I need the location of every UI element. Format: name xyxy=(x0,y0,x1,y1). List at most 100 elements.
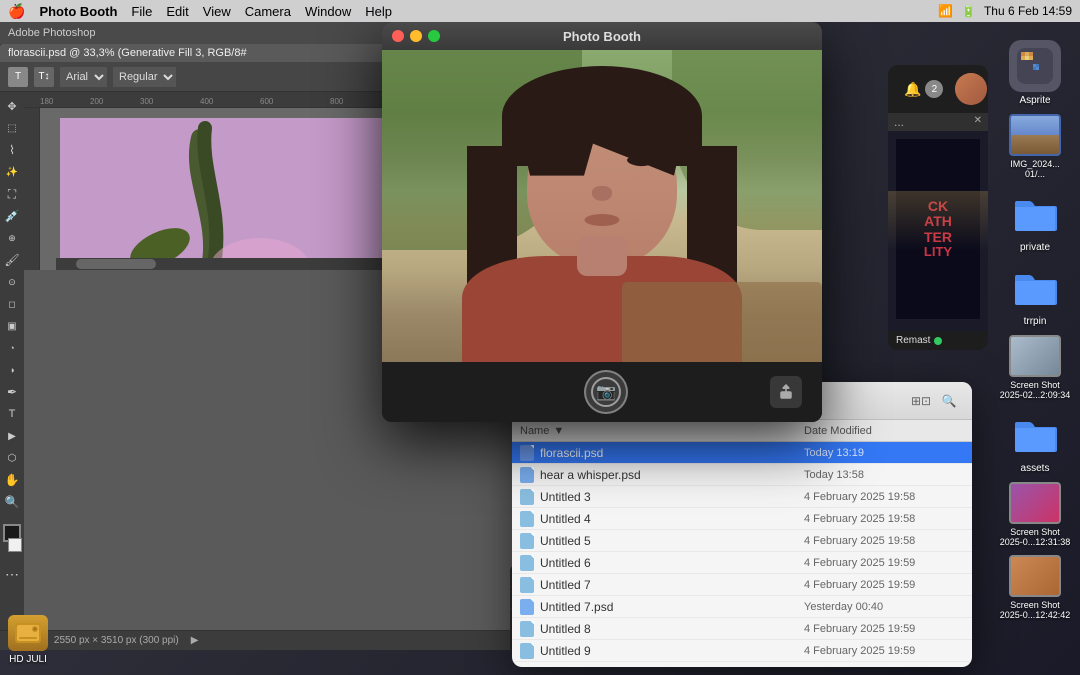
crop-tool[interactable]: ⛶ xyxy=(2,184,22,204)
poster-line-3: TER xyxy=(924,230,952,245)
finder-file-name-3: Untitled 4 xyxy=(520,511,804,527)
finder-file-date-0: Today 13:19 xyxy=(804,447,964,459)
finder-row-2[interactable]: Untitled 3 4 February 2025 19:58 xyxy=(512,486,972,508)
finder-file-date-4: 4 February 2025 19:58 xyxy=(804,535,964,547)
menubar-right: 📶 🔋 Thu 6 Feb 14:59 xyxy=(938,4,1072,18)
zoom-tool[interactable]: 🔍 xyxy=(2,492,22,512)
finder-view-toggle[interactable]: ⊞⊡ xyxy=(910,390,932,412)
msg-close-btn[interactable]: ✕ xyxy=(974,115,982,129)
pb-maximize-btn[interactable] xyxy=(428,30,440,42)
brush-tool[interactable]: 🖌 xyxy=(2,250,22,270)
dodge-tool[interactable]: ◑ xyxy=(2,360,22,380)
finder-row-0[interactable]: florascii.psd Today 13:19 xyxy=(512,442,972,464)
movie-poster: CK ATH TER LITY xyxy=(896,139,980,319)
finder-row-8[interactable]: Untitled 8 4 February 2025 19:59 xyxy=(512,618,972,640)
font-family-select[interactable]: Arial xyxy=(60,67,107,87)
desktop-icon-trrpin[interactable]: trrpin xyxy=(1009,261,1061,327)
file-icon-7 xyxy=(520,599,534,615)
desktop-icon-screenshot3[interactable]: Screen Shot2025-0...12:42:42 xyxy=(1000,555,1071,620)
finder-row-3[interactable]: Untitled 4 4 February 2025 19:58 xyxy=(512,508,972,530)
desktop-icon-screenshot1[interactable]: Screen Shot2025-02...2:09:34 xyxy=(1000,335,1071,400)
desktop-icon-asprite[interactable]: Asprite xyxy=(1009,40,1061,106)
private-label: private xyxy=(1020,242,1050,253)
finder-file-list: Name ▼ Date Modified florascii.psd Today… xyxy=(512,420,972,667)
clock: Thu 6 Feb 14:59 xyxy=(984,4,1072,18)
asprite-icon xyxy=(1009,40,1061,92)
path-select-tool[interactable]: ▶ xyxy=(2,426,22,446)
remast-label: Remast xyxy=(896,335,930,346)
pb-traffic-lights xyxy=(392,30,440,42)
screenshot3-icon xyxy=(1009,555,1061,597)
heal-tool[interactable]: ⊕ xyxy=(2,228,22,248)
finder-content: Name ▼ Date Modified florascii.psd Today… xyxy=(512,420,972,667)
pb-share-button[interactable] xyxy=(770,376,802,408)
window-menu[interactable]: Window xyxy=(305,4,351,19)
finder-col-name-header[interactable]: Name ▼ xyxy=(520,425,804,437)
shape-tool[interactable]: ⬡ xyxy=(2,448,22,468)
col-date-label: Date Modified xyxy=(804,425,872,437)
finder-file-name-2: Untitled 3 xyxy=(520,489,804,505)
pb-close-btn[interactable] xyxy=(392,30,404,42)
msg-dots-menu[interactable]: ... xyxy=(894,115,904,129)
file-icon-3 xyxy=(520,511,534,527)
zoom-arrow: ▶ xyxy=(191,635,199,646)
font-style-select[interactable]: Regular xyxy=(113,67,176,87)
pb-minimize-btn[interactable] xyxy=(410,30,422,42)
pb-bench xyxy=(622,282,822,362)
ps-title: Adobe Photoshop xyxy=(8,27,95,39)
hd-juli-icon[interactable]: HD JULI xyxy=(8,615,48,665)
finder-row-5[interactable]: Untitled 6 4 February 2025 19:59 xyxy=(512,552,972,574)
edit-menu[interactable]: Edit xyxy=(166,4,188,19)
pb-titlebar: Photo Booth xyxy=(382,22,822,50)
file-menu[interactable]: File xyxy=(131,4,152,19)
type-orient-icon[interactable]: T↕ xyxy=(34,67,54,87)
app-name-menu[interactable]: Photo Booth xyxy=(39,4,117,19)
type-tool[interactable]: T xyxy=(2,404,22,424)
view-menu[interactable]: View xyxy=(203,4,231,19)
text-tool-icon[interactable]: T xyxy=(8,67,28,87)
finder-col-date-header[interactable]: Date Modified xyxy=(804,425,964,437)
eyedropper-tool[interactable]: 💉 xyxy=(2,206,22,226)
finder-file-name-8: Untitled 8 xyxy=(520,621,804,637)
move-tool[interactable]: ✥ xyxy=(2,96,22,116)
artwork-svg xyxy=(60,118,400,270)
desktop-icon-img2024[interactable]: IMG_2024...01/... xyxy=(1009,114,1061,179)
svg-text:400: 400 xyxy=(200,97,214,106)
ps-artwork-canvas xyxy=(60,118,400,270)
blur-tool[interactable]: ◔ xyxy=(2,338,22,358)
ps-h-scrollbar-thumb[interactable] xyxy=(76,259,156,269)
desktop-icon-private[interactable]: private xyxy=(1009,187,1061,253)
hd-icon xyxy=(8,615,48,651)
finder-row-7[interactable]: Untitled 7.psd Yesterday 00:40 xyxy=(512,596,972,618)
marquee-tool[interactable]: ⬚ xyxy=(2,118,22,138)
clone-tool[interactable]: ⊙ xyxy=(2,272,22,292)
pen-tool[interactable]: ✒ xyxy=(2,382,22,402)
desktop-icon-assets[interactable]: assets xyxy=(1009,408,1061,474)
lasso-tool[interactable]: ⌇ xyxy=(2,140,22,160)
finder-search-btn[interactable]: 🔍 xyxy=(938,390,960,412)
pb-capture-button[interactable]: 📷 xyxy=(584,370,628,414)
pb-controls: 📷 xyxy=(382,362,822,422)
finder-row-1[interactable]: hear a whisper.psd Today 13:58 xyxy=(512,464,972,486)
poster-line-2: ATH xyxy=(924,214,952,229)
finder-row-4[interactable]: Untitled 5 4 February 2025 19:58 xyxy=(512,530,972,552)
camera-menu[interactable]: Camera xyxy=(245,4,291,19)
finder-row-9[interactable]: Untitled 9 4 February 2025 19:59 xyxy=(512,640,972,662)
help-menu[interactable]: Help xyxy=(365,4,392,19)
desktop-icon-screenshot2[interactable]: Screen Shot2025-0...12:31:38 xyxy=(1000,482,1071,547)
gradient-tool[interactable]: ▣ xyxy=(2,316,22,336)
photobooth-window: Photo Booth xyxy=(382,22,822,422)
messages-panel: 🔔 2 ... ✕ CK ATH TER LITY xyxy=(888,65,988,350)
background-color[interactable] xyxy=(8,538,22,552)
eraser-tool[interactable]: ◻ xyxy=(2,294,22,314)
msg-icons xyxy=(955,73,987,105)
online-indicator xyxy=(934,337,942,345)
magic-wand-tool[interactable]: ✨ xyxy=(2,162,22,182)
finder-file-name-4: Untitled 5 xyxy=(520,533,804,549)
finder-row-6[interactable]: Untitled 7 4 February 2025 19:59 xyxy=(512,574,972,596)
vertical-ruler xyxy=(24,108,40,270)
apple-menu[interactable]: 🍎 xyxy=(8,3,25,20)
more-tools[interactable]: ⋯ xyxy=(2,564,22,584)
hand-tool[interactable]: ✋ xyxy=(2,470,22,490)
finder-window: ‹‹ › julie ⊞⊡ 🔍 Name ▼ Date Modified xyxy=(512,382,972,667)
